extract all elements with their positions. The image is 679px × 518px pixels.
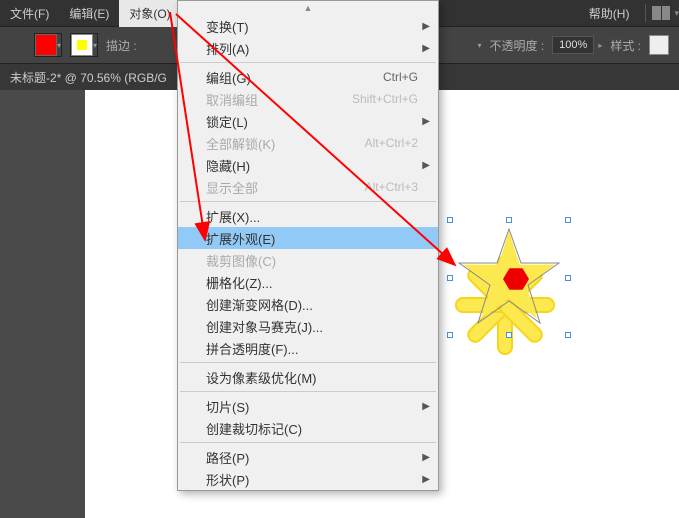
menu-rasterize[interactable]: 栅格化(Z)...	[178, 271, 438, 293]
workspace-layout-icon[interactable]	[652, 6, 670, 20]
menu-ungroup: 取消编组Shift+Ctrl+G	[178, 88, 438, 110]
menu-pixel-perfect[interactable]: 设为像素级优化(M)	[178, 366, 438, 388]
menu-separator	[180, 362, 436, 363]
menu-separator	[180, 391, 436, 392]
selected-artwork[interactable]	[440, 220, 570, 390]
selection-bounds	[450, 220, 568, 335]
menu-file[interactable]: 文件(F)	[0, 0, 59, 27]
fill-swatch[interactable]: ▾	[34, 33, 62, 57]
opacity-label: 不透明度 :	[490, 37, 545, 54]
selection-handle[interactable]	[447, 217, 453, 223]
selection-handle[interactable]	[565, 217, 571, 223]
menu-expand[interactable]: 扩展(X)...	[178, 205, 438, 227]
chevron-down-icon[interactable]: ▾	[57, 41, 61, 50]
menu-group[interactable]: 编组(G)Ctrl+G	[178, 66, 438, 88]
chevron-right-icon[interactable]: ▸	[598, 41, 602, 50]
menu-flatten-transparency[interactable]: 拼合透明度(F)...	[178, 337, 438, 359]
menu-path[interactable]: 路径(P)▶	[178, 446, 438, 468]
scroll-up-icon[interactable]: ▲	[178, 1, 438, 15]
menu-separator	[180, 442, 436, 443]
menu-mosaic[interactable]: 创建对象马赛克(J)...	[178, 315, 438, 337]
menu-shape[interactable]: 形状(P)▶	[178, 468, 438, 490]
menu-separator	[180, 201, 436, 202]
stroke-label: 描边 :	[106, 37, 137, 54]
menu-show-all: 显示全部Alt+Ctrl+3	[178, 176, 438, 198]
selection-handle[interactable]	[506, 332, 512, 338]
opacity-input[interactable]: 100% ▸	[552, 36, 602, 54]
selection-handle[interactable]	[506, 217, 512, 223]
menu-expand-appearance[interactable]: 扩展外观(E)	[178, 227, 438, 249]
menu-slice[interactable]: 切片(S)▶	[178, 395, 438, 417]
menu-arrange[interactable]: 排列(A)▶	[178, 37, 438, 59]
style-label: 样式 :	[610, 37, 641, 54]
menu-help[interactable]: 帮助(H)	[579, 0, 640, 27]
stroke-color-swatch[interactable]	[71, 34, 93, 56]
menu-transform[interactable]: 变换(T)▶	[178, 15, 438, 37]
opacity-value[interactable]: 100%	[552, 36, 594, 54]
fill-color-swatch[interactable]	[35, 34, 57, 56]
menu-edit[interactable]: 编辑(E)	[59, 0, 119, 27]
style-swatch[interactable]	[649, 35, 669, 55]
selection-handle[interactable]	[447, 275, 453, 281]
selection-handle[interactable]	[565, 275, 571, 281]
menu-crop-image: 裁剪图像(C)	[178, 249, 438, 271]
chevron-down-icon[interactable]: ▾	[477, 41, 481, 50]
menu-lock[interactable]: 锁定(L)▶	[178, 110, 438, 132]
document-title: 未标题-2* @ 70.56% (RGB/G	[10, 69, 167, 86]
divider	[645, 4, 646, 22]
menu-gradient-mesh[interactable]: 创建渐变网格(D)...	[178, 293, 438, 315]
chevron-down-icon[interactable]: ▾	[674, 8, 679, 19]
object-menu-dropdown: ▲ 变换(T)▶ 排列(A)▶ 编组(G)Ctrl+G 取消编组Shift+Ct…	[177, 0, 439, 491]
menu-trim-marks[interactable]: 创建裁切标记(C)	[178, 417, 438, 439]
stroke-swatch[interactable]: ▾	[70, 33, 98, 57]
selection-handle[interactable]	[447, 332, 453, 338]
chevron-down-icon[interactable]: ▾	[93, 41, 97, 50]
menu-object[interactable]: 对象(O)	[119, 0, 180, 27]
menu-unlock-all: 全部解锁(K)Alt+Ctrl+2	[178, 132, 438, 154]
menu-separator	[180, 62, 436, 63]
menu-hide[interactable]: 隐藏(H)▶	[178, 154, 438, 176]
selection-handle[interactable]	[565, 332, 571, 338]
